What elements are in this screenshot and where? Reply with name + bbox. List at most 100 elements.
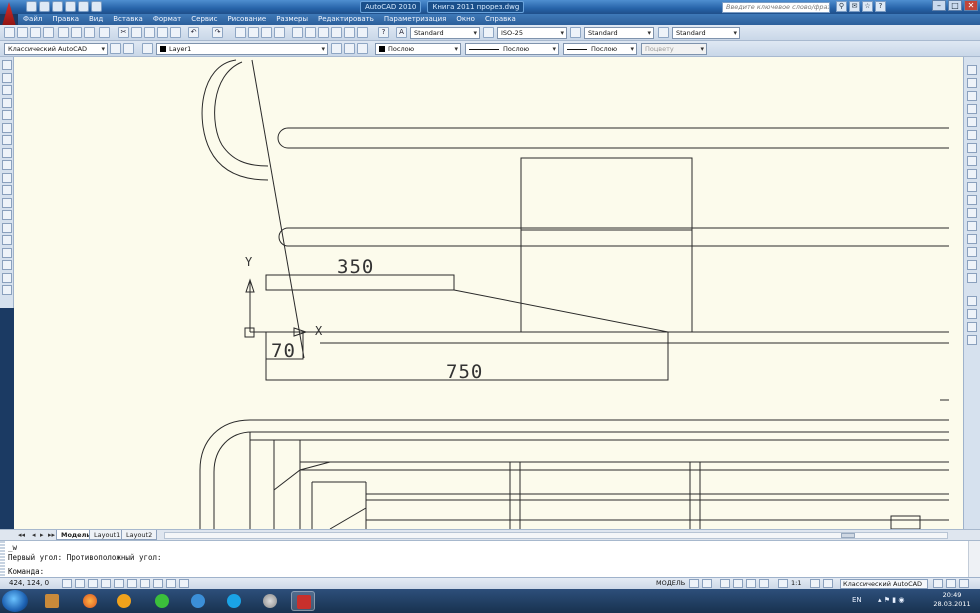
- scroll-thumb[interactable]: [841, 533, 855, 538]
- join-icon[interactable]: [967, 234, 977, 244]
- subscription-icon[interactable]: ✉: [849, 1, 860, 12]
- pan-status-icon[interactable]: [720, 579, 730, 588]
- menu-item[interactable]: Окно: [451, 14, 480, 25]
- fillet-icon[interactable]: [967, 260, 977, 270]
- color-select[interactable]: Послою: [375, 43, 461, 55]
- mleader-style-icon[interactable]: [658, 27, 669, 38]
- command-scrollbar[interactable]: [968, 541, 980, 578]
- osnap-toggle[interactable]: [114, 579, 124, 588]
- paste-icon[interactable]: [144, 27, 155, 38]
- construction-line-icon[interactable]: [2, 72, 12, 83]
- cut-icon[interactable]: ✂: [118, 27, 129, 38]
- mtext-icon[interactable]: [2, 285, 12, 295]
- insert-block-icon[interactable]: [2, 197, 12, 208]
- menu-item[interactable]: Параметризация: [379, 14, 451, 25]
- grid-toggle[interactable]: [75, 579, 85, 588]
- layer-previous-icon[interactable]: [344, 43, 355, 54]
- autoscale-icon[interactable]: [823, 579, 833, 588]
- make-current-icon[interactable]: [331, 43, 342, 54]
- save-icon[interactable]: [43, 27, 54, 38]
- move-icon[interactable]: [967, 130, 977, 140]
- line-icon[interactable]: [2, 60, 12, 70]
- arc-icon[interactable]: [2, 122, 12, 133]
- workspace-save-icon[interactable]: [123, 43, 134, 54]
- spline-icon[interactable]: [2, 160, 12, 170]
- coordinates-readout[interactable]: 424, 124, 0: [9, 579, 49, 587]
- undo-icon[interactable]: [65, 1, 76, 12]
- menu-item[interactable]: Правка: [47, 14, 84, 25]
- rectangle-icon[interactable]: [2, 110, 12, 120]
- copy-icon[interactable]: [131, 27, 142, 38]
- maximize-button[interactable]: □: [948, 0, 962, 11]
- open-icon[interactable]: [39, 1, 50, 12]
- snap-toggle[interactable]: [62, 579, 72, 588]
- print-icon[interactable]: [91, 1, 102, 12]
- lineweight-select[interactable]: Послою: [563, 43, 637, 55]
- command-window-grip[interactable]: [0, 541, 5, 578]
- quickcalc-icon[interactable]: [357, 27, 368, 38]
- layer-states-icon[interactable]: [357, 43, 368, 54]
- gradient-icon[interactable]: [2, 247, 12, 258]
- menu-item[interactable]: Вид: [84, 14, 108, 25]
- rotate-icon[interactable]: [967, 143, 977, 153]
- polyline-icon[interactable]: [2, 85, 12, 95]
- menu-item[interactable]: Размеры: [271, 14, 313, 25]
- model-space-button[interactable]: МОДЕЛЬ: [656, 579, 685, 587]
- hatch-icon[interactable]: [2, 235, 12, 245]
- menu-item[interactable]: Сервис: [186, 14, 222, 25]
- markup-icon[interactable]: [344, 27, 355, 38]
- layer-properties-icon[interactable]: [142, 43, 153, 54]
- binoculars-icon[interactable]: ⚲: [836, 1, 847, 12]
- help-search-input[interactable]: Введите ключевое слово/фразу: [722, 2, 830, 13]
- drawing-area[interactable]: Y X 350 70 750: [14, 57, 963, 529]
- autocad-taskbar-icon[interactable]: [291, 591, 315, 611]
- utorrent-icon[interactable]: [150, 591, 174, 611]
- menu-item[interactable]: Вставка: [108, 14, 148, 25]
- table-icon[interactable]: [2, 272, 12, 283]
- clean-screen-icon[interactable]: [959, 579, 969, 588]
- disc-app-icon[interactable]: [258, 591, 282, 611]
- tab-nav-last-icon[interactable]: ▸▸: [48, 531, 55, 539]
- preview-icon[interactable]: [71, 27, 82, 38]
- zoom-window-icon[interactable]: [261, 27, 272, 38]
- skype-icon[interactable]: [222, 591, 246, 611]
- extend-icon[interactable]: [967, 195, 977, 205]
- block-editor-icon[interactable]: [170, 27, 181, 38]
- circle-icon[interactable]: [2, 135, 12, 145]
- region-icon[interactable]: [2, 260, 12, 270]
- tool-palettes-icon[interactable]: [318, 27, 329, 38]
- menu-item[interactable]: Рисование: [222, 14, 271, 25]
- table-style-icon[interactable]: [570, 27, 581, 38]
- horizontal-scrollbar[interactable]: [164, 532, 948, 539]
- tray-icons[interactable]: ▴ ⚑ ▮ ◉: [878, 596, 904, 604]
- mleader-style-select[interactable]: Standard: [672, 27, 740, 39]
- hardware-acceleration-icon[interactable]: [946, 579, 956, 588]
- open-icon[interactable]: [30, 27, 41, 38]
- offset-icon[interactable]: [967, 104, 977, 114]
- workspace-select[interactable]: Классический AutoCAD: [4, 43, 108, 55]
- erase-icon[interactable]: [967, 65, 977, 75]
- draworder-front-icon[interactable]: [967, 296, 977, 306]
- plot-icon[interactable]: [58, 27, 69, 38]
- workspace-switch[interactable]: Классический AutoCAD: [840, 579, 928, 589]
- pan-icon[interactable]: [235, 27, 246, 38]
- firefox-icon[interactable]: [78, 591, 102, 611]
- break-icon[interactable]: [967, 221, 977, 231]
- draworder-back-icon[interactable]: [967, 309, 977, 319]
- lock-icon[interactable]: [933, 579, 943, 588]
- make-block-icon[interactable]: [2, 210, 12, 220]
- ortho-toggle[interactable]: [88, 579, 98, 588]
- quick-view-layouts-icon[interactable]: [689, 579, 699, 588]
- quick-view-drawings-icon[interactable]: [702, 579, 712, 588]
- tab-nav-next-icon[interactable]: ▸: [40, 531, 44, 539]
- ellipse-icon[interactable]: [2, 172, 12, 183]
- table-style-select[interactable]: Standard: [584, 27, 654, 39]
- ducs-toggle[interactable]: [140, 579, 150, 588]
- draworder-below-icon[interactable]: [967, 335, 977, 345]
- zoom-status-icon[interactable]: [733, 579, 743, 588]
- otrack-toggle[interactable]: [127, 579, 137, 588]
- scale-icon[interactable]: [967, 156, 977, 166]
- new-icon[interactable]: [26, 1, 37, 12]
- menu-item[interactable]: Справка: [480, 14, 521, 25]
- flash-app-icon[interactable]: [186, 591, 210, 611]
